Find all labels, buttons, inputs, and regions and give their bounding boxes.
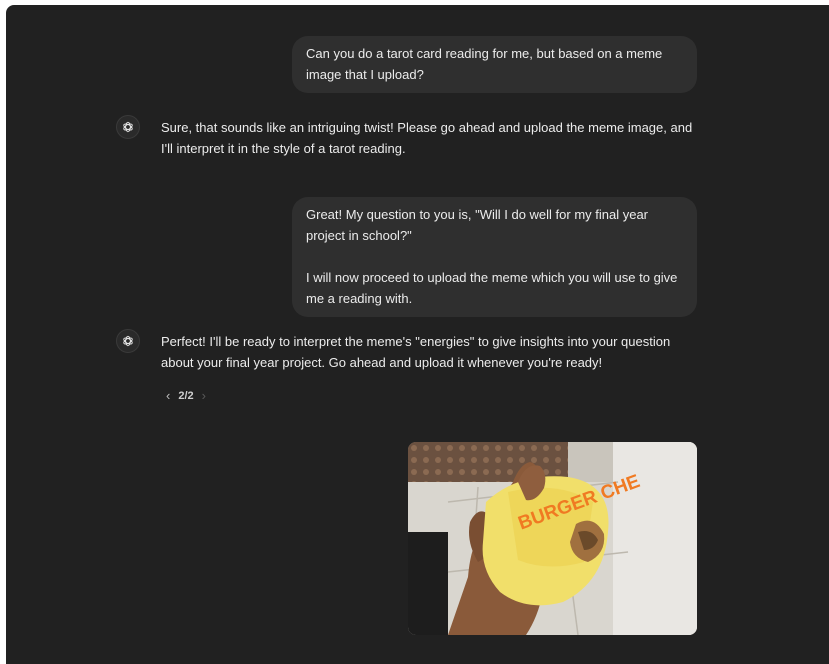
assistant-avatar (116, 115, 140, 139)
assistant-avatar (116, 329, 140, 353)
openai-logo-icon (123, 121, 133, 133)
openai-logo-icon (123, 335, 133, 347)
chevron-left-icon[interactable]: ‹ (166, 388, 170, 403)
chat-window: Can you do a tarot card reading for me, … (6, 5, 829, 664)
assistant-message-text: Perfect! I'll be ready to interpret the … (161, 334, 671, 370)
chevron-right-icon[interactable]: › (202, 388, 206, 403)
assistant-message-text: Sure, that sounds like an intriguing twi… (161, 120, 693, 156)
meme-photo: BURGER CHE (408, 442, 697, 635)
user-message-text: Great! My question to you is, "Will I do… (306, 207, 649, 243)
pager-label: 2/2 (178, 389, 194, 402)
user-message: Great! My question to you is, "Will I do… (292, 197, 697, 317)
user-message-text: Can you do a tarot card reading for me, … (306, 46, 663, 82)
uploaded-meme-image[interactable]: BURGER CHE (408, 442, 697, 635)
response-pager: ‹ 2/2 › (166, 388, 206, 403)
user-message: Can you do a tarot card reading for me, … (292, 36, 697, 93)
user-message-text: I will now proceed to upload the meme wh… (306, 270, 678, 306)
